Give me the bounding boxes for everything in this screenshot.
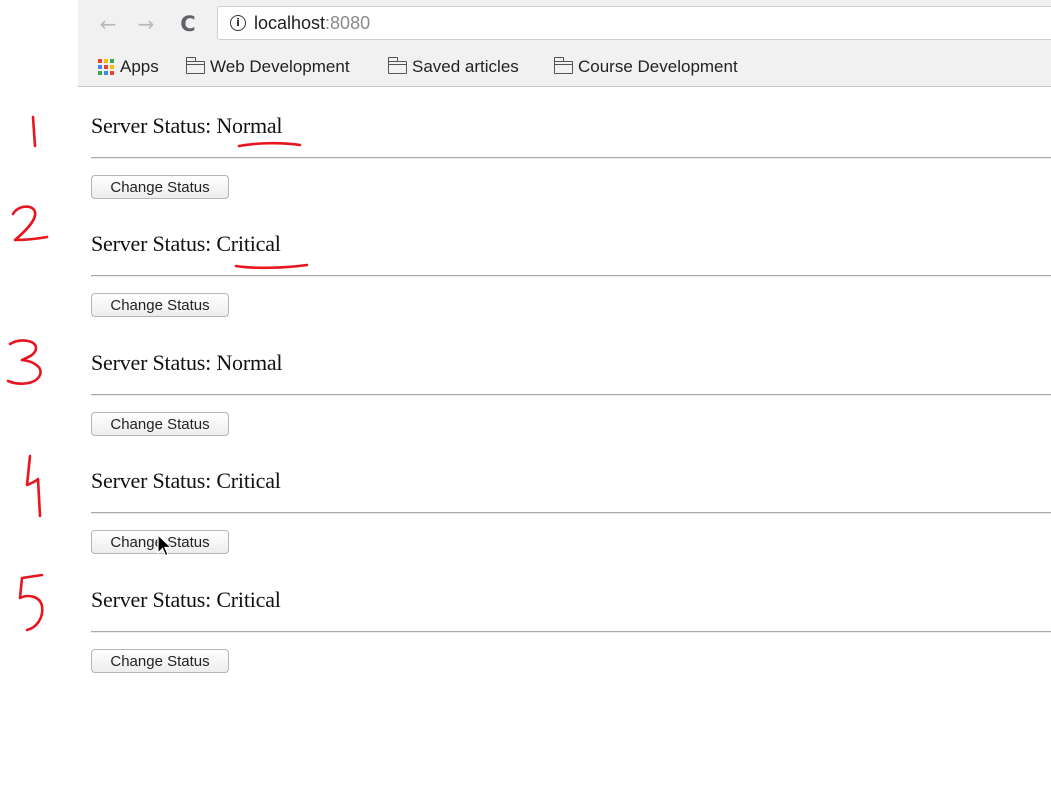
annotation-number-2 [11, 205, 49, 242]
mouse-cursor-icon [157, 534, 173, 557]
annotation-number-5 [18, 573, 44, 632]
annotation-number-4 [25, 454, 42, 518]
annotation-underline-critical [234, 263, 309, 270]
handwritten-annotations [6, 115, 309, 632]
annotation-underline-normal [237, 141, 302, 148]
annotation-number-3 [6, 339, 42, 385]
annotation-number-1 [31, 115, 37, 148]
